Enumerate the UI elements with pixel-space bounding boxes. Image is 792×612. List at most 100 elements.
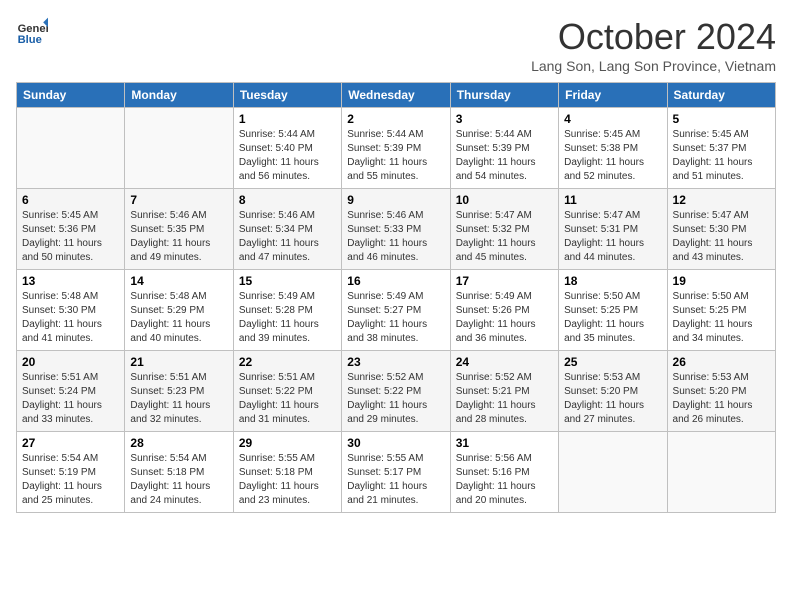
- day-info: Sunrise: 5:49 AM Sunset: 5:26 PM Dayligh…: [456, 290, 553, 346]
- day-cell: 19 Sunrise: 5:50 AM Sunset: 5:25 PM Dayli…: [667, 270, 775, 351]
- day-info: Sunrise: 5:55 AM Sunset: 5:18 PM Dayligh…: [239, 452, 336, 508]
- day-cell: 18 Sunrise: 5:50 AM Sunset: 5:25 PM Dayli…: [559, 270, 667, 351]
- day-number: 5: [673, 112, 770, 126]
- day-number: 23: [347, 355, 444, 369]
- day-info: Sunrise: 5:53 AM Sunset: 5:20 PM Dayligh…: [564, 371, 661, 427]
- header-cell: Monday: [125, 83, 233, 108]
- day-cell: 12 Sunrise: 5:47 AM Sunset: 5:30 PM Dayli…: [667, 189, 775, 270]
- day-cell: [667, 432, 775, 513]
- day-cell: 28 Sunrise: 5:54 AM Sunset: 5:18 PM Dayli…: [125, 432, 233, 513]
- day-number: 6: [22, 193, 119, 207]
- day-cell: 5 Sunrise: 5:45 AM Sunset: 5:37 PM Daylig…: [667, 108, 775, 189]
- day-number: 27: [22, 436, 119, 450]
- day-cell: 4 Sunrise: 5:45 AM Sunset: 5:38 PM Daylig…: [559, 108, 667, 189]
- day-info: Sunrise: 5:44 AM Sunset: 5:39 PM Dayligh…: [456, 128, 553, 184]
- day-cell: [17, 108, 125, 189]
- day-info: Sunrise: 5:46 AM Sunset: 5:34 PM Dayligh…: [239, 209, 336, 265]
- day-info: Sunrise: 5:45 AM Sunset: 5:36 PM Dayligh…: [22, 209, 119, 265]
- day-number: 13: [22, 274, 119, 288]
- day-number: 3: [456, 112, 553, 126]
- day-cell: 11 Sunrise: 5:47 AM Sunset: 5:31 PM Dayli…: [559, 189, 667, 270]
- day-cell: 23 Sunrise: 5:52 AM Sunset: 5:22 PM Dayli…: [342, 351, 450, 432]
- day-number: 28: [130, 436, 227, 450]
- day-cell: 30Sunrise: 5:55 AM Sunset: 5:17 PM Dayli…: [342, 432, 450, 513]
- day-info: Sunrise: 5:45 AM Sunset: 5:37 PM Dayligh…: [673, 128, 770, 184]
- day-cell: 29 Sunrise: 5:55 AM Sunset: 5:18 PM Dayli…: [233, 432, 341, 513]
- day-number: 8: [239, 193, 336, 207]
- day-number: 21: [130, 355, 227, 369]
- day-info: Sunrise: 5:48 AM Sunset: 5:30 PM Dayligh…: [22, 290, 119, 346]
- day-info: Sunrise: 5:44 AM Sunset: 5:40 PM Dayligh…: [239, 128, 336, 184]
- week-row: 27 Sunrise: 5:54 AM Sunset: 5:19 PM Dayli…: [17, 432, 776, 513]
- day-cell: 3 Sunrise: 5:44 AM Sunset: 5:39 PM Daylig…: [450, 108, 558, 189]
- day-number: 14: [130, 274, 227, 288]
- day-number: 31: [456, 436, 553, 450]
- day-info: Sunrise: 5:47 AM Sunset: 5:32 PM Dayligh…: [456, 209, 553, 265]
- day-cell: 8 Sunrise: 5:46 AM Sunset: 5:34 PM Daylig…: [233, 189, 341, 270]
- day-number: 18: [564, 274, 661, 288]
- svg-text:Blue: Blue: [18, 34, 42, 46]
- day-info: Sunrise: 5:47 AM Sunset: 5:30 PM Dayligh…: [673, 209, 770, 265]
- day-number: 2: [347, 112, 444, 126]
- day-number: 20: [22, 355, 119, 369]
- svg-text:General: General: [18, 23, 48, 35]
- day-number: 12: [673, 193, 770, 207]
- header-row: SundayMondayTuesdayWednesdayThursdayFrid…: [17, 83, 776, 108]
- page-header: General Blue General Blue October 2024 L…: [16, 16, 776, 74]
- day-cell: 16 Sunrise: 5:49 AM Sunset: 5:27 PM Dayli…: [342, 270, 450, 351]
- day-info: Sunrise: 5:50 AM Sunset: 5:25 PM Dayligh…: [564, 290, 661, 346]
- day-info: Sunrise: 5:46 AM Sunset: 5:33 PM Dayligh…: [347, 209, 444, 265]
- day-cell: 27 Sunrise: 5:54 AM Sunset: 5:19 PM Dayli…: [17, 432, 125, 513]
- day-info: Sunrise: 5:48 AM Sunset: 5:29 PM Dayligh…: [130, 290, 227, 346]
- day-number: 25: [564, 355, 661, 369]
- day-cell: 17 Sunrise: 5:49 AM Sunset: 5:26 PM Dayli…: [450, 270, 558, 351]
- day-number: 30: [347, 436, 444, 450]
- header-cell: Thursday: [450, 83, 558, 108]
- day-cell: 20 Sunrise: 5:51 AM Sunset: 5:24 PM Dayli…: [17, 351, 125, 432]
- day-info: Sunrise: 5:46 AM Sunset: 5:35 PM Dayligh…: [130, 209, 227, 265]
- day-number: 10: [456, 193, 553, 207]
- day-number: 17: [456, 274, 553, 288]
- day-info: Sunrise: 5:45 AM Sunset: 5:38 PM Dayligh…: [564, 128, 661, 184]
- week-row: 13 Sunrise: 5:48 AM Sunset: 5:30 PM Dayli…: [17, 270, 776, 351]
- day-number: 9: [347, 193, 444, 207]
- calendar-header: SundayMondayTuesdayWednesdayThursdayFrid…: [17, 83, 776, 108]
- day-info: Sunrise: 5:51 AM Sunset: 5:24 PM Dayligh…: [22, 371, 119, 427]
- day-info: Sunrise: 5:49 AM Sunset: 5:27 PM Dayligh…: [347, 290, 444, 346]
- day-info: Sunrise: 5:44 AM Sunset: 5:39 PM Dayligh…: [347, 128, 444, 184]
- day-info: Sunrise: 5:49 AM Sunset: 5:28 PM Dayligh…: [239, 290, 336, 346]
- logo: General Blue General Blue: [16, 16, 48, 48]
- day-number: 19: [673, 274, 770, 288]
- day-number: 11: [564, 193, 661, 207]
- day-info: Sunrise: 5:50 AM Sunset: 5:25 PM Dayligh…: [673, 290, 770, 346]
- week-row: 20 Sunrise: 5:51 AM Sunset: 5:24 PM Dayli…: [17, 351, 776, 432]
- logo-icon: General Blue: [16, 16, 48, 48]
- calendar-table: SundayMondayTuesdayWednesdayThursdayFrid…: [16, 82, 776, 513]
- day-cell: 25 Sunrise: 5:53 AM Sunset: 5:20 PM Dayli…: [559, 351, 667, 432]
- day-info: Sunrise: 5:54 AM Sunset: 5:19 PM Dayligh…: [22, 452, 119, 508]
- day-cell: 21Sunrise: 5:51 AM Sunset: 5:23 PM Dayli…: [125, 351, 233, 432]
- week-row: 1 Sunrise: 5:44 AM Sunset: 5:40 PM Daylig…: [17, 108, 776, 189]
- day-info: Sunrise: 5:51 AM Sunset: 5:22 PM Dayligh…: [239, 371, 336, 427]
- day-cell: 7Sunrise: 5:46 AM Sunset: 5:35 PM Daylig…: [125, 189, 233, 270]
- day-number: 16: [347, 274, 444, 288]
- day-cell: 22 Sunrise: 5:51 AM Sunset: 5:22 PM Dayli…: [233, 351, 341, 432]
- day-cell: 1 Sunrise: 5:44 AM Sunset: 5:40 PM Daylig…: [233, 108, 341, 189]
- day-info: Sunrise: 5:53 AM Sunset: 5:20 PM Dayligh…: [673, 371, 770, 427]
- day-cell: [559, 432, 667, 513]
- header-cell: Tuesday: [233, 83, 341, 108]
- day-number: 1: [239, 112, 336, 126]
- day-number: 29: [239, 436, 336, 450]
- day-cell: 26Sunrise: 5:53 AM Sunset: 5:20 PM Dayli…: [667, 351, 775, 432]
- day-cell: 31Sunrise: 5:56 AM Sunset: 5:16 PM Dayli…: [450, 432, 558, 513]
- day-number: 4: [564, 112, 661, 126]
- day-info: Sunrise: 5:47 AM Sunset: 5:31 PM Dayligh…: [564, 209, 661, 265]
- day-info: Sunrise: 5:54 AM Sunset: 5:18 PM Dayligh…: [130, 452, 227, 508]
- day-cell: 13 Sunrise: 5:48 AM Sunset: 5:30 PM Dayli…: [17, 270, 125, 351]
- day-cell: [125, 108, 233, 189]
- day-number: 22: [239, 355, 336, 369]
- day-info: Sunrise: 5:52 AM Sunset: 5:22 PM Dayligh…: [347, 371, 444, 427]
- month-title: October 2024: [531, 16, 776, 58]
- day-cell: 2 Sunrise: 5:44 AM Sunset: 5:39 PM Daylig…: [342, 108, 450, 189]
- location: Lang Son, Lang Son Province, Vietnam: [531, 58, 776, 74]
